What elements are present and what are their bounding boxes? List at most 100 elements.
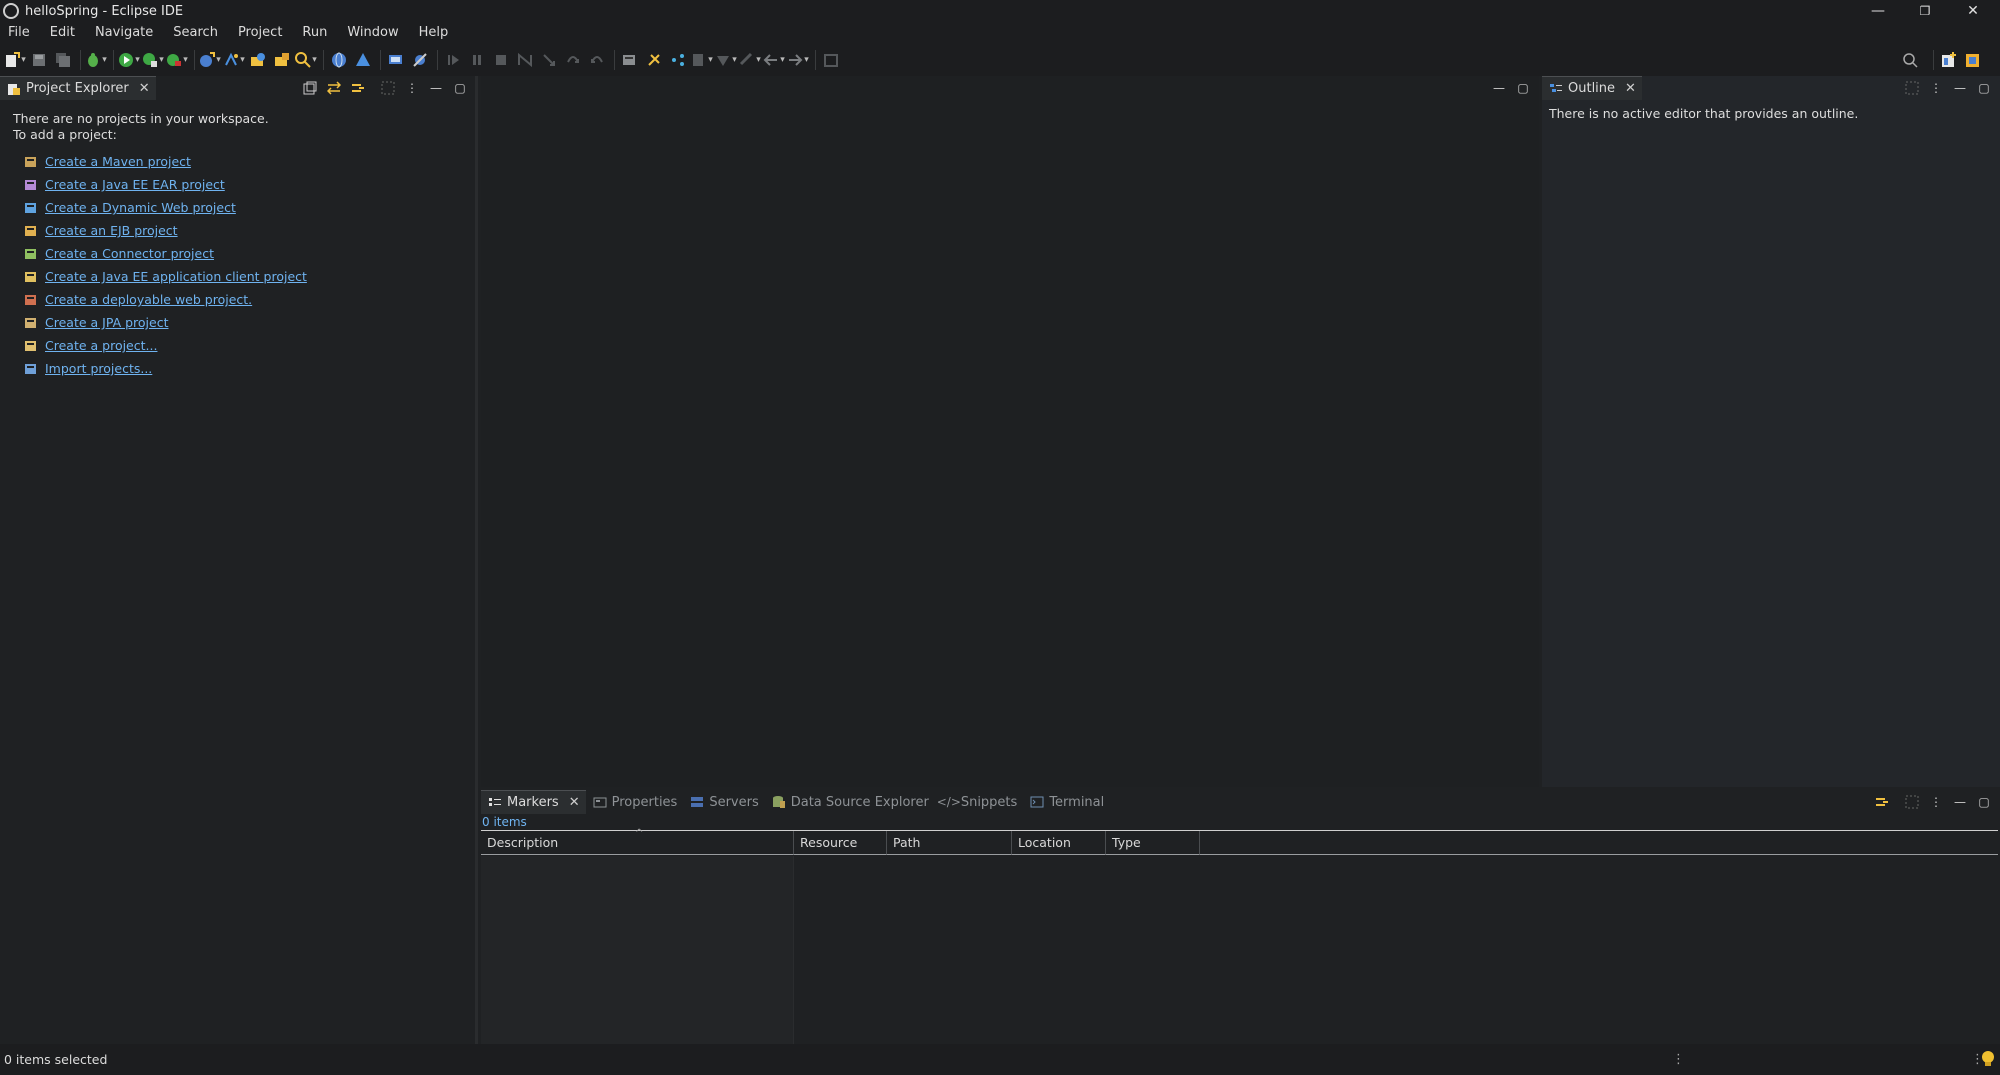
- project-link[interactable]: Create a project...: [45, 338, 157, 353]
- project-link-row[interactable]: Create a JPA project: [23, 311, 307, 334]
- tab-servers[interactable]: Servers: [683, 790, 764, 814]
- terminate-icon[interactable]: [490, 49, 512, 71]
- new-icon[interactable]: [4, 49, 26, 71]
- open-task-icon[interactable]: [271, 49, 293, 71]
- column-header-path[interactable]: Path: [887, 831, 1012, 855]
- menu-file[interactable]: File: [0, 22, 40, 44]
- show-view-icon[interactable]: [667, 49, 689, 71]
- close-icon[interactable]: ✕: [569, 795, 580, 810]
- view-menu-icon[interactable]: ⋮: [1924, 76, 1948, 100]
- menu-search[interactable]: Search: [163, 22, 228, 44]
- tab-outline[interactable]: Outline ✕: [1542, 76, 1642, 100]
- suspend-icon[interactable]: [466, 49, 488, 71]
- project-link-row[interactable]: Create an EJB project: [23, 219, 307, 242]
- toggle-breakpoint-icon[interactable]: [643, 49, 665, 71]
- back-icon[interactable]: [763, 49, 785, 71]
- run-external-icon[interactable]: [166, 49, 188, 71]
- save-icon[interactable]: [28, 49, 50, 71]
- project-link[interactable]: Import projects...: [45, 361, 152, 376]
- minimize-button[interactable]: —: [1855, 0, 1901, 22]
- view-menu-icon[interactable]: ⋮: [1924, 790, 1948, 814]
- project-link-row[interactable]: Create a Java EE EAR project: [23, 173, 307, 196]
- next-annotation-icon[interactable]: [715, 49, 737, 71]
- coverage-icon[interactable]: [142, 49, 164, 71]
- menu-edit[interactable]: Edit: [40, 22, 85, 44]
- menu-window[interactable]: Window: [337, 22, 408, 44]
- project-link[interactable]: Create a Java EE EAR project: [45, 177, 225, 192]
- menu-run[interactable]: Run: [292, 22, 337, 44]
- project-link[interactable]: Create a Dynamic Web project: [45, 200, 236, 215]
- maximize-view-icon[interactable]: ▢: [1972, 76, 1996, 100]
- forward-icon[interactable]: [787, 49, 809, 71]
- project-link-row[interactable]: Create a Connector project: [23, 242, 307, 265]
- tab-project-explorer[interactable]: Project Explorer ✕: [0, 76, 156, 100]
- search-toolbar-icon[interactable]: [295, 49, 317, 71]
- tab-markers[interactable]: Markers ✕: [481, 790, 586, 814]
- view-menu-icon[interactable]: ⋮: [400, 76, 424, 100]
- close-button[interactable]: ✕: [1950, 0, 1996, 22]
- column-header-location[interactable]: Location: [1012, 831, 1106, 855]
- step-into-icon[interactable]: [538, 49, 560, 71]
- minimize-editor-icon[interactable]: —: [1487, 76, 1511, 100]
- java-ee-perspective-icon[interactable]: [1962, 49, 1984, 71]
- tab-data-source-explorer[interactable]: Data Source Explorer: [765, 790, 935, 814]
- step-over-icon[interactable]: [562, 49, 584, 71]
- search-icon[interactable]: [1899, 49, 1921, 71]
- new-server-icon[interactable]: [199, 49, 221, 71]
- close-icon[interactable]: ✕: [1625, 81, 1636, 96]
- filter-icon[interactable]: [1870, 790, 1894, 814]
- close-icon[interactable]: ✕: [139, 81, 150, 96]
- open-console-icon[interactable]: [619, 49, 641, 71]
- console-icon[interactable]: [385, 49, 407, 71]
- open-perspective-icon[interactable]: [1938, 49, 1960, 71]
- spring-boot-icon[interactable]: [352, 49, 374, 71]
- project-link-row[interactable]: Create a project...: [23, 334, 307, 357]
- focus-icon[interactable]: [1900, 76, 1924, 100]
- disconnect-icon[interactable]: [514, 49, 536, 71]
- resume-icon[interactable]: [442, 49, 464, 71]
- maximize-view-icon[interactable]: ▢: [1972, 790, 1996, 814]
- link-with-editor-icon[interactable]: [322, 76, 346, 100]
- project-link-row[interactable]: Create a Java EE application client proj…: [23, 265, 307, 288]
- project-link[interactable]: Create a deployable web project.: [45, 292, 252, 307]
- new-spring-icon[interactable]: [223, 49, 245, 71]
- debug-icon[interactable]: [85, 49, 107, 71]
- project-link[interactable]: Create a Maven project: [45, 154, 191, 169]
- collapse-all-icon[interactable]: [298, 76, 322, 100]
- menu-help[interactable]: Help: [409, 22, 459, 44]
- web-browser-icon[interactable]: [328, 49, 350, 71]
- project-link[interactable]: Create a Java EE application client proj…: [45, 269, 307, 284]
- menu-navigate[interactable]: Navigate: [85, 22, 163, 44]
- project-link-row[interactable]: Create a Maven project: [23, 150, 307, 173]
- last-edit-icon[interactable]: [739, 49, 761, 71]
- annotation-icon[interactable]: [691, 49, 713, 71]
- column-header-description[interactable]: Description ^: [481, 828, 794, 855]
- project-link-row[interactable]: Create a deployable web project.: [23, 288, 307, 311]
- tab-properties[interactable]: Properties: [586, 790, 684, 814]
- project-link-row[interactable]: Create a Dynamic Web project: [23, 196, 307, 219]
- pin-editor-icon[interactable]: [820, 49, 842, 71]
- minimize-view-icon[interactable]: —: [1948, 76, 1972, 100]
- tab-snippets[interactable]: </> Snippets: [935, 790, 1023, 814]
- project-link[interactable]: Create a Connector project: [45, 246, 214, 261]
- maximize-view-icon[interactable]: ▢: [448, 76, 472, 100]
- project-link-row[interactable]: Import projects...: [23, 357, 307, 380]
- project-link[interactable]: Create an EJB project: [45, 223, 178, 238]
- step-return-icon[interactable]: [586, 49, 608, 71]
- maximize-editor-icon[interactable]: ▢: [1511, 76, 1535, 100]
- focus-icon[interactable]: [1900, 790, 1924, 814]
- open-type-icon[interactable]: [247, 49, 269, 71]
- tip-lightbulb-icon[interactable]: [1981, 1050, 1995, 1072]
- filter-icon[interactable]: [346, 76, 370, 100]
- minimize-view-icon[interactable]: —: [424, 76, 448, 100]
- tab-terminal[interactable]: Terminal: [1023, 790, 1110, 814]
- skip-breakpoints-icon[interactable]: [409, 49, 431, 71]
- restore-button[interactable]: ❐: [1902, 0, 1948, 22]
- menu-project[interactable]: Project: [228, 22, 292, 44]
- save-all-icon[interactable]: [52, 49, 74, 71]
- focus-icon[interactable]: [376, 76, 400, 100]
- column-header-resource[interactable]: Resource: [794, 831, 887, 855]
- run-icon[interactable]: [118, 49, 140, 71]
- column-header-type[interactable]: Type: [1106, 831, 1200, 855]
- minimize-view-icon[interactable]: —: [1948, 790, 1972, 814]
